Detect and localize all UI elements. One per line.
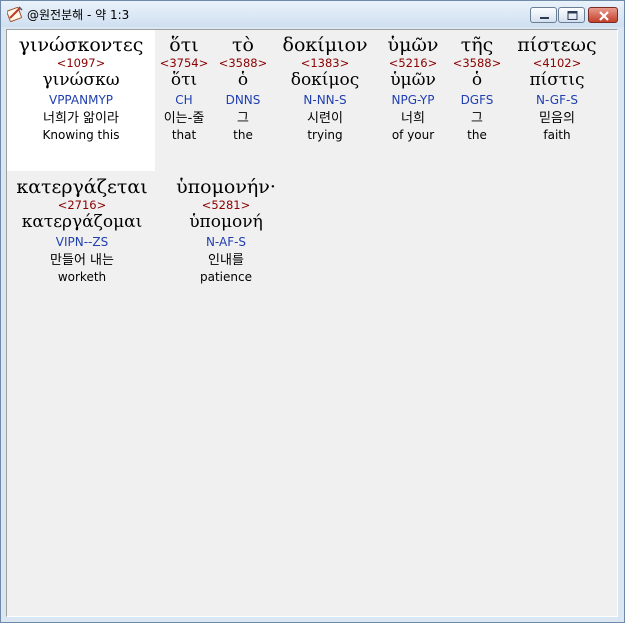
english-gloss: patience (200, 270, 252, 284)
strong-number[interactable]: <2716> (7, 198, 157, 212)
korean-gloss: 만들어 내는 (50, 253, 114, 268)
lemma: ὑπομονή (189, 212, 263, 232)
maximize-icon (567, 11, 578, 20)
english-gloss: trying (307, 128, 343, 142)
strong-number[interactable]: <1097> (7, 56, 155, 70)
strong-number[interactable]: <3754> (157, 56, 211, 70)
lemma: δοκίμος (290, 70, 360, 90)
lemma: πίστις (529, 70, 585, 90)
greek-word: ὑπομονήν· (176, 176, 276, 198)
lemma: κατεργάζομαι (21, 212, 143, 232)
lemma: ὅτι (170, 70, 198, 90)
lemma: ὁ (237, 70, 249, 90)
english-gloss: of your (391, 128, 435, 142)
korean-gloss: 시련이 (307, 111, 343, 126)
korean-gloss: 너희가 앎이라 (43, 111, 119, 126)
maximize-button[interactable] (558, 7, 585, 23)
greek-word: κατεργάζεται (16, 176, 148, 198)
strong-number[interactable]: <4102> (507, 56, 607, 70)
window-title: @원전분해 - 약 1:3 (27, 8, 130, 22)
close-icon (599, 11, 609, 21)
greek-word: γινώσκοντες (18, 34, 144, 56)
strong-number[interactable]: <5281> (167, 198, 285, 212)
korean-gloss: 그 (237, 111, 249, 126)
greek-word: ὑμῶν (387, 34, 439, 56)
word-block[interactable]: ὅτι <3754> ὅτι CH 이는-줄 that (157, 34, 211, 143)
korean-gloss: 너희 (401, 111, 425, 126)
english-gloss: the (233, 128, 253, 142)
word-block[interactable]: δοκίμιον <1383> δοκίμος N-NN-S 시련이 tryin… (275, 34, 375, 143)
lemma: γινώσκω (42, 70, 120, 90)
word-block[interactable]: ὑπομονήν· <5281> ὑπομονή N-AF-S 인내를 pati… (167, 176, 285, 285)
strong-number[interactable]: <5216> (381, 56, 445, 70)
english-gloss: faith (543, 128, 571, 142)
parsing-code: N-GF-S (536, 93, 578, 107)
parsing-code: VIPN--ZS (55, 235, 109, 249)
parsing-code: DGFS (460, 93, 494, 107)
english-gloss: Knowing this (42, 128, 120, 142)
korean-gloss: 이는-줄 (163, 111, 205, 126)
greek-word: ὅτι (169, 34, 199, 56)
korean-gloss: 믿음의 (539, 111, 575, 126)
word-block[interactable]: ὑμῶν <5216> ὑμῶν NPG-YP 너희 of your (381, 34, 445, 143)
greek-word: πίστεως (517, 34, 597, 56)
word-block[interactable]: τὸ <3588> ὁ DNNS 그 the (216, 34, 270, 143)
close-button[interactable] (588, 7, 618, 23)
minimize-button[interactable] (530, 7, 557, 23)
parsing-code: NPG-YP (391, 93, 435, 107)
parsing-code: DNNS (225, 93, 261, 107)
parsing-code: CH (175, 93, 193, 107)
strong-number[interactable]: <3588> (449, 56, 505, 70)
interlinear-panel[interactable]: γινώσκοντες <1097> γινώσκω VPPANMYP 너희가 … (6, 29, 618, 617)
greek-word: τὸ (232, 34, 254, 56)
english-gloss: the (467, 128, 487, 142)
parsing-code: VPPANMYP (48, 93, 114, 107)
minimize-icon (540, 17, 549, 19)
korean-gloss: 인내를 (208, 253, 244, 268)
english-gloss: worketh (57, 270, 107, 284)
title-bar[interactable]: @원전분해 - 약 1:3 (1, 1, 624, 27)
english-gloss: that (171, 128, 197, 142)
word-block[interactable]: κατεργάζεται <2716> κατεργάζομαι VIPN--Z… (7, 176, 157, 285)
parsing-code: N-NN-S (303, 93, 347, 107)
lemma: ὁ (471, 70, 483, 90)
word-block[interactable]: τῆς <3588> ὁ DGFS 그 the (449, 34, 505, 143)
main-window: @원전분해 - 약 1:3 γινώσκοντες <1097> γινώσκω… (0, 0, 625, 623)
lemma: ὑμῶν (390, 70, 436, 90)
greek-word: δοκίμιον (282, 34, 368, 56)
korean-gloss: 그 (471, 111, 483, 126)
greek-word: τῆς (460, 34, 494, 56)
scroll-pen-icon[interactable] (6, 6, 23, 22)
parsing-code: N-AF-S (205, 235, 247, 249)
word-block[interactable]: πίστεως <4102> πίστις N-GF-S 믿음의 faith (507, 34, 607, 143)
strong-number[interactable]: <3588> (216, 56, 270, 70)
word-block[interactable]: γινώσκοντες <1097> γινώσκω VPPANMYP 너희가 … (7, 34, 155, 143)
strong-number[interactable]: <1383> (275, 56, 375, 70)
